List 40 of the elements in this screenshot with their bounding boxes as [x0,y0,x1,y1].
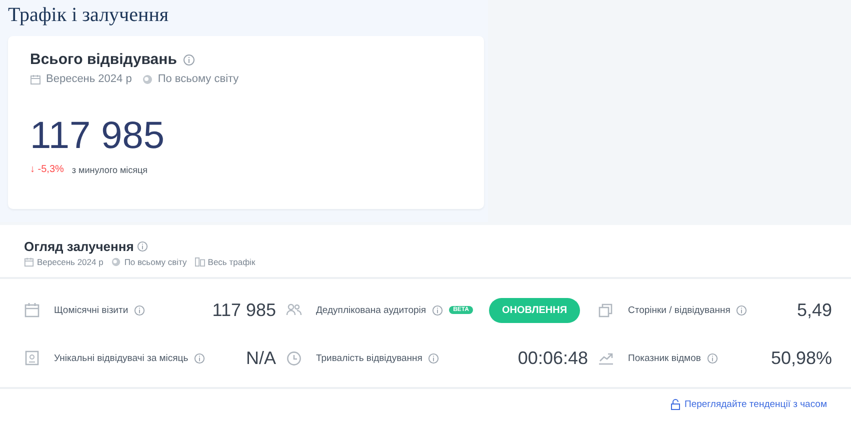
info-icon[interactable] [136,241,148,252]
metric-value: 00:06:48 [518,348,589,368]
visits-value: 117 985 [30,115,166,158]
metric-label: Дедуплікована аудиторія [316,304,426,316]
metric-label: Показник відмов [628,352,701,364]
period-label: Вересень 2024 р [37,257,104,267]
period-label: Вересень 2024 р [46,73,132,85]
metric-value: 50,98% [770,348,833,368]
info-icon[interactable] [182,54,195,66]
info-icon[interactable] [194,352,206,364]
change-note: з минулого місяця [72,164,148,174]
metric-value: 5,49 [796,300,833,320]
id-card-icon [24,350,40,366]
region-label: По всьому світу [158,73,239,85]
traffic-label: Весь трафік [208,257,256,267]
metric-label: Тривалість відвідування [316,352,422,364]
devices-icon [194,257,205,267]
pages-icon [598,302,614,318]
info-icon[interactable] [736,304,748,316]
calendar-icon [24,257,34,267]
page-title: Трафік і залучення [8,4,170,27]
clock-icon [286,350,302,366]
calendar-icon [30,74,41,84]
card-title: Всього відвідувань [30,51,177,68]
change-value: ↓ -5,3% [30,164,64,175]
metric-label: Сторінки / відвідування [628,304,730,316]
calendar-icon [24,302,40,318]
metric-label: Щомісячні візити [54,304,128,316]
info-icon[interactable] [432,304,444,316]
panel-title: Огляд залучення [24,239,134,254]
info-icon[interactable] [706,352,718,364]
metric-value: 117 985 [212,300,277,320]
region-label: По всьому світу [124,257,187,267]
people-icon [286,302,302,318]
metric-value: N/A [246,348,277,368]
lock-icon [670,399,680,410]
trend-link[interactable]: Переглядайте тенденції з часом [670,399,827,410]
info-icon[interactable] [134,304,146,316]
info-icon[interactable] [428,352,440,364]
metric-label: Унікальні відвідувачі за місяць [54,352,188,364]
